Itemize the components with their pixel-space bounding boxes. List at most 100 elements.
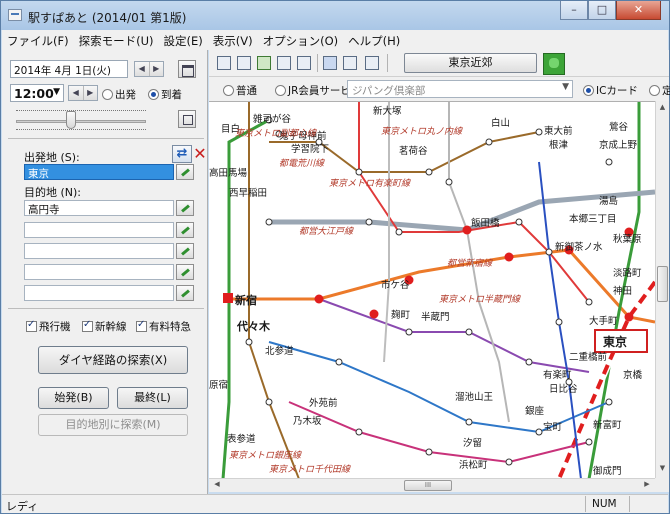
slider-thumb[interactable] bbox=[66, 111, 76, 129]
station-label[interactable]: 浜松町 bbox=[459, 459, 488, 471]
station-label[interactable]: 新大塚 bbox=[373, 105, 402, 117]
table-icon[interactable] bbox=[297, 56, 311, 70]
station-label[interactable]: 乃木坂 bbox=[293, 415, 322, 427]
station-label[interactable]: 汐留 bbox=[463, 437, 482, 449]
next-arrow-icon[interactable]: ▶ bbox=[84, 86, 98, 100]
prev-arrow-icon[interactable]: ◀ bbox=[135, 62, 150, 76]
scroll-thumb[interactable]: III bbox=[404, 480, 452, 491]
map-vertical-scrollbar[interactable]: ▲ ▼ bbox=[655, 101, 669, 478]
route-map[interactable]: 東京 目白 雑司が谷 鬼子母神前 学習院下 新大塚 茗荷谷 白山 東大前 根津 … bbox=[209, 101, 655, 478]
app-icon[interactable] bbox=[8, 9, 22, 21]
station-label[interactable]: 飯田橋 bbox=[471, 217, 500, 229]
club-select[interactable]: ジパング倶楽部 ▼ bbox=[347, 80, 573, 98]
station-label[interactable]: 市ケ谷 bbox=[381, 279, 410, 291]
station-label[interactable]: 新富町 bbox=[593, 419, 622, 431]
to-field-5[interactable] bbox=[24, 285, 174, 301]
to-field-3[interactable] bbox=[24, 243, 174, 259]
date-field[interactable]: 2014年 4月 1日(火) bbox=[10, 60, 128, 78]
title-bar[interactable]: 駅すぱあと (2014/01 第1版) – □ ✕ bbox=[1, 1, 669, 30]
date-spinner[interactable]: ◀ ▶ bbox=[134, 61, 164, 77]
station-label[interactable]: 茗荷谷 bbox=[399, 146, 428, 157]
station-label[interactable]: 淡路町 bbox=[613, 267, 642, 279]
station-label[interactable]: 表参道 bbox=[227, 433, 256, 445]
region-map-icon[interactable] bbox=[543, 53, 565, 75]
scroll-up-icon[interactable]: ▲ bbox=[657, 103, 668, 115]
scroll-thumb[interactable] bbox=[657, 266, 668, 302]
history-icon[interactable] bbox=[323, 56, 337, 70]
to-field-4[interactable] bbox=[24, 264, 174, 280]
area-button[interactable]: 東京近郊 bbox=[404, 53, 537, 73]
departure-radio[interactable]: 出発 bbox=[102, 87, 136, 102]
station-label[interactable]: 半蔵門 bbox=[421, 311, 450, 323]
station-label[interactable]: 外苑前 bbox=[309, 397, 338, 409]
menu-search-mode[interactable]: 探索モード(U) bbox=[74, 30, 159, 50]
station-label[interactable]: 白山 bbox=[491, 117, 510, 129]
station-label[interactable]: 秋葉原 bbox=[613, 233, 642, 245]
to-edit-icon-5[interactable] bbox=[176, 285, 194, 301]
ic-card-radio[interactable]: ICカード bbox=[583, 83, 638, 98]
scroll-left-icon[interactable]: ◀ bbox=[211, 480, 223, 488]
menu-settings[interactable]: 設定(E) bbox=[158, 30, 207, 50]
station-label[interactable]: 神田 bbox=[613, 285, 632, 297]
map-icon[interactable] bbox=[257, 56, 271, 70]
station-label[interactable]: 二重橋前 bbox=[569, 351, 607, 363]
first-train-button[interactable]: 始発(B) bbox=[38, 387, 109, 409]
partial-radio[interactable]: 定 bbox=[649, 83, 670, 98]
from-field[interactable]: 東京 bbox=[24, 164, 174, 180]
last-train-button[interactable]: 最終(L) bbox=[117, 387, 188, 409]
airplane-checkbox[interactable]: 飛行機 bbox=[26, 319, 71, 334]
to-edit-icon-4[interactable] bbox=[176, 264, 194, 280]
to-edit-icon-1[interactable] bbox=[176, 200, 194, 216]
menu-file[interactable]: ファイル(F) bbox=[2, 30, 74, 50]
menu-help[interactable]: ヘルプ(H) bbox=[343, 30, 405, 50]
clear-icon[interactable]: ✕ bbox=[193, 145, 207, 163]
station-label[interactable]: 高田馬場 bbox=[209, 167, 248, 179]
regular-fare-radio[interactable]: 普通 bbox=[223, 83, 257, 98]
memo-icon[interactable] bbox=[343, 56, 357, 70]
map-horizontal-scrollbar[interactable]: ◀ III ▶ bbox=[209, 478, 655, 492]
from-edit-icon[interactable] bbox=[176, 164, 194, 180]
close-button[interactable]: ✕ bbox=[616, 1, 661, 20]
station-label[interactable]: 日比谷 bbox=[549, 383, 578, 395]
menu-options[interactable]: オプション(O) bbox=[258, 30, 344, 50]
time-options-icon[interactable] bbox=[178, 110, 196, 128]
route-icon[interactable] bbox=[217, 56, 231, 70]
copy-icon[interactable] bbox=[365, 56, 379, 70]
limited-express-checkbox[interactable]: 有料特急 bbox=[136, 319, 191, 334]
station-label[interactable]: 学習院下 bbox=[291, 143, 329, 155]
time-select[interactable]: 12:00 ▼ bbox=[10, 84, 64, 102]
to-edit-icon-2[interactable] bbox=[176, 222, 194, 238]
search-route-button[interactable]: ダイヤ経路の探索(X) bbox=[38, 346, 188, 374]
station-label[interactable]: 東大前 bbox=[544, 125, 573, 137]
station-label[interactable]: 鶯谷 bbox=[609, 121, 629, 133]
arrival-radio[interactable]: 到着 bbox=[148, 87, 182, 102]
station-label[interactable]: 湯島 bbox=[599, 195, 618, 207]
station-label[interactable]: 大手町 bbox=[589, 315, 618, 327]
tokyo-station-label[interactable]: 東京 bbox=[603, 334, 627, 349]
list-icon[interactable] bbox=[277, 56, 291, 70]
station-label[interactable]: 京橋 bbox=[623, 369, 643, 381]
maximize-button[interactable]: □ bbox=[588, 1, 616, 20]
prev-arrow-icon[interactable]: ◀ bbox=[69, 86, 84, 100]
station-label[interactable]: 新御茶ノ水 bbox=[555, 241, 603, 253]
station-label[interactable]: 根津 bbox=[549, 139, 569, 151]
station-label[interactable]: 宝町 bbox=[543, 421, 563, 433]
station-label[interactable]: 銀座 bbox=[525, 405, 545, 417]
station-label[interactable]: 北参道 bbox=[265, 345, 294, 357]
station-label[interactable]: 御成門 bbox=[593, 465, 622, 477]
calendar-icon[interactable] bbox=[178, 60, 196, 78]
station-label[interactable]: 有楽町 bbox=[543, 369, 572, 381]
station-label[interactable]: 雑司が谷 bbox=[253, 113, 292, 125]
minimize-button[interactable]: – bbox=[560, 1, 588, 20]
to-edit-icon-3[interactable] bbox=[176, 243, 194, 259]
station-label[interactable]: 本郷三丁目 bbox=[569, 213, 617, 225]
station-label[interactable]: 京成上野 bbox=[599, 139, 638, 151]
scroll-down-icon[interactable]: ▼ bbox=[657, 464, 668, 476]
shinkansen-checkbox[interactable]: 新幹線 bbox=[82, 319, 127, 334]
station-label[interactable]: 原宿 bbox=[209, 379, 228, 391]
next-arrow-icon[interactable]: ▶ bbox=[150, 62, 164, 76]
station-label[interactable]: 代々木 bbox=[236, 319, 271, 333]
time-spinner[interactable]: ◀ ▶ bbox=[68, 85, 98, 101]
swap-icon[interactable]: ⇄ bbox=[172, 145, 192, 163]
to-field-1[interactable]: 高円寺 bbox=[24, 200, 174, 216]
